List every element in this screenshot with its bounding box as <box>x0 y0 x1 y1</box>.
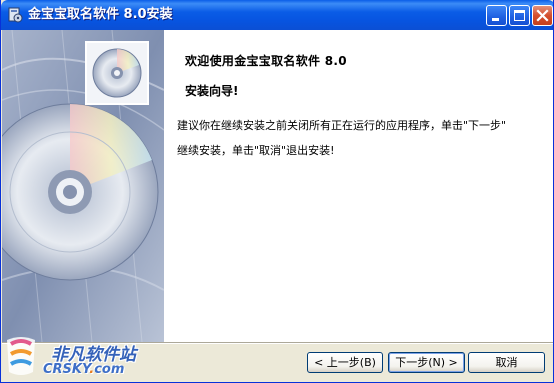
instruction-line-2: 继续安装，单击"取消"退出安装! <box>177 144 335 157</box>
instruction-line-1: 建议你在继续安装之前关闭所有正在运行的应用程序，单击"下一步" <box>177 119 507 132</box>
back-button[interactable]: < 上一步(B) <box>307 352 383 373</box>
maximize-button[interactable] <box>509 5 530 26</box>
site-watermark: 非凡软件站 CRSKY.com <box>3 330 163 380</box>
minimize-button[interactable] <box>486 5 507 26</box>
instruction-text: 建议你在继续安装之前关闭所有正在运行的应用程序，单击"下一步" 继续安装，单击"… <box>177 113 547 163</box>
next-button[interactable]: 下一步(N) > <box>388 352 465 373</box>
installer-window: 金宝宝取名软件 8.0安装 欢迎使用金宝宝取名软件 8.0 安装向导! 建议你在… <box>0 0 554 383</box>
close-icon <box>536 9 549 22</box>
wizard-content: 欢迎使用金宝宝取名软件 8.0 安装向导! 建议你在继续安装之前关闭所有正在运行… <box>164 30 553 342</box>
wizard-subtitle: 安装向导! <box>185 84 239 98</box>
banner-image <box>2 30 164 342</box>
watermark-logo-icon <box>7 337 35 375</box>
welcome-heading: 欢迎使用金宝宝取名软件 8.0 <box>185 54 347 68</box>
minimize-icon <box>492 18 499 21</box>
watermark-domain: CRSKY.com <box>43 362 124 377</box>
maximize-icon <box>514 10 525 21</box>
cancel-button[interactable]: 取消 <box>468 352 545 373</box>
watermark-domain-main: CRSKY <box>43 362 90 377</box>
installer-icon <box>7 7 23 23</box>
wizard-side-banner <box>2 30 164 342</box>
title-bar[interactable]: 金宝宝取名软件 8.0安装 <box>1 0 553 30</box>
watermark-domain-tld: com <box>94 362 125 377</box>
window-title: 金宝宝取名软件 8.0安装 <box>28 7 173 22</box>
close-button[interactable] <box>532 5 553 26</box>
